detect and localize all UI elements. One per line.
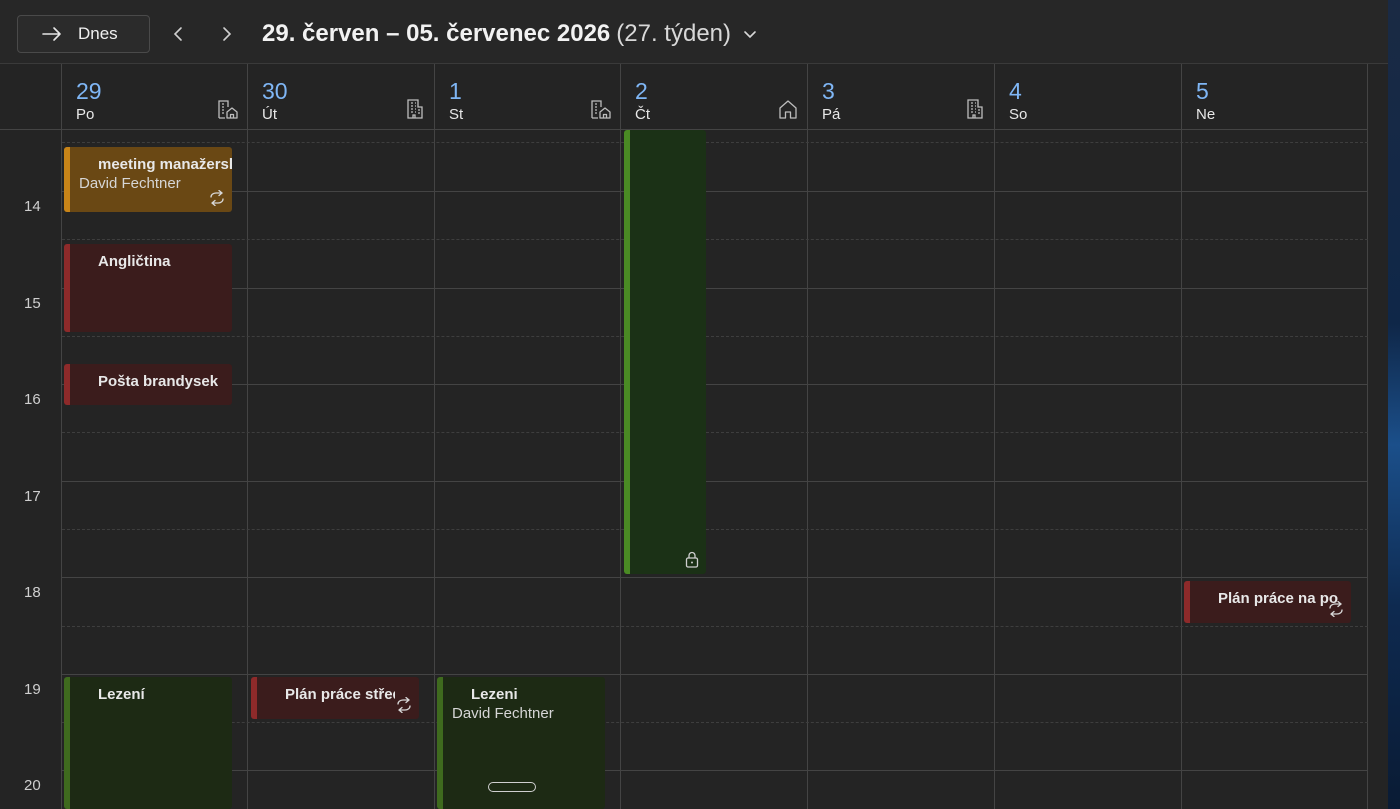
building-icon[interactable] [404, 98, 426, 120]
day-name: So [1009, 106, 1028, 123]
next-week-button[interactable] [214, 20, 240, 48]
event-title: Plán práce středa [285, 686, 395, 703]
event-title: Pošta brandysek [98, 373, 219, 390]
day-header-tue[interactable]: 30 Út [248, 64, 434, 130]
resize-handle[interactable] [488, 782, 536, 792]
hour-label-20: 20 [24, 777, 41, 794]
day-header-sat[interactable]: 4 So [995, 64, 1181, 130]
event-anglictina[interactable]: Angličtina [64, 244, 232, 332]
arrow-right-icon [42, 27, 61, 41]
event-plan-po[interactable]: Plán práce na po [1184, 581, 1351, 623]
event-title: meeting manažersk [98, 156, 232, 173]
event-title: Angličtina [98, 253, 171, 270]
day-name: Út [262, 106, 277, 123]
event-meeting[interactable]: meeting manažersk David Fechtner [64, 147, 232, 212]
day-name: Čt [635, 106, 650, 123]
day-number: 2 [635, 78, 648, 104]
day-number: 4 [1009, 78, 1022, 104]
today-label: Dnes [78, 24, 118, 43]
week-number-label: (27. týden) [616, 20, 732, 47]
today-button[interactable]: Dnes [17, 15, 150, 53]
day-number: 1 [449, 78, 462, 104]
hour-label-14: 14 [24, 198, 41, 215]
lock-icon [685, 551, 699, 568]
day-name: Pá [822, 106, 841, 123]
day-header-fri[interactable]: 3 Pá [808, 64, 994, 130]
building-icon[interactable] [964, 98, 986, 120]
day-number: 30 [262, 78, 288, 104]
event-posta[interactable]: Pošta brandysek [64, 364, 232, 405]
event-title: Plán práce na po [1218, 590, 1339, 607]
event-plan-streda[interactable]: Plán práce středa [251, 677, 419, 719]
day-header-wed[interactable]: 1 St [435, 64, 620, 130]
day-number: 5 [1196, 78, 1209, 104]
home-icon[interactable] [777, 98, 799, 120]
building-home-icon[interactable] [217, 98, 239, 120]
day-number: 29 [76, 78, 102, 104]
chevron-down-icon [744, 31, 756, 39]
chevron-left-icon [173, 27, 182, 41]
event-lezeni-po[interactable]: Lezení [64, 677, 232, 809]
hour-label-19: 19 [24, 681, 41, 698]
recurring-icon [210, 190, 224, 206]
hour-label-17: 17 [24, 488, 41, 505]
day-name: Ne [1196, 106, 1216, 123]
day-header-sun[interactable]: 5 Ne [1182, 64, 1367, 130]
event-organizer: David Fechtner [79, 175, 181, 192]
recurring-icon [397, 697, 411, 713]
hour-label-18: 18 [24, 584, 41, 601]
calendar-window: Dnes 29. červen – 05. červenec 2026 (27.… [0, 0, 1390, 809]
previous-week-button[interactable] [165, 20, 191, 48]
week-grid: 14 15 16 17 18 19 20 29 Po 30 Út 1 St 2 … [0, 64, 1368, 809]
date-range-label: 29. červen – 05. červenec 2026 [262, 20, 611, 47]
recurring-icon [1329, 601, 1343, 617]
day-header-mon[interactable]: 29 Po [62, 64, 247, 130]
day-header-thu[interactable]: 2 Čt [621, 64, 807, 130]
hour-label-15: 15 [24, 295, 41, 312]
day-number: 3 [822, 78, 835, 104]
toolbar: Dnes 29. červen – 05. červenec 2026 (27.… [0, 0, 1390, 64]
event-thursday-block[interactable] [624, 130, 706, 574]
hour-label-16: 16 [24, 391, 41, 408]
building-home-icon[interactable] [590, 98, 612, 120]
date-range-picker[interactable]: 29. červen – 05. červenec 2026 (27. týde… [262, 18, 757, 50]
event-organizer: David Fechtner [452, 705, 554, 722]
day-name: Po [76, 106, 95, 123]
day-name: St [449, 106, 464, 123]
chevron-right-icon [223, 27, 232, 41]
desktop-background [1388, 0, 1400, 809]
event-title: Lezení [98, 686, 145, 703]
event-title: Lezeni [471, 686, 518, 703]
